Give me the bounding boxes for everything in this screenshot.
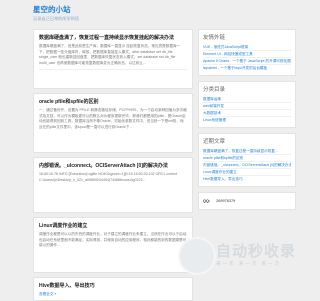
site-subtitle: 记录自己日常的所学所悟 — [33, 16, 80, 21]
friend-link[interactable]: Apache ECharts - 一个基于 JavaScript 的开源可视化图… — [203, 57, 291, 64]
qq-row: QQ: 269976379 — [203, 196, 291, 205]
post-list: 数据库硬盘满了，恢复过程一直持续显示恢复挂起的解决办法 数据库硬盘满了，但是此前… — [33, 29, 193, 301]
category-link[interactable]: web前端开发 — [203, 102, 291, 109]
links-panel: 友情外链 VUE - 渐进式JavaScript框架 Element UI - … — [198, 29, 296, 76]
recent-title: 近期文章 — [203, 139, 226, 145]
post-title[interactable]: Linux调度作业的建立 — [39, 222, 187, 229]
post-title[interactable]: 内部错误。_ulconnect。OCIServerAttach [0]的解决办法 — [39, 162, 187, 169]
post-card: 数据库硬盘满了，恢复过程一直持续显示恢复挂起的解决办法 数据库硬盘满了，但是此前… — [33, 29, 193, 89]
read-more-link[interactable]: 查看全文 » — [39, 292, 187, 298]
qq-panel: QQ: 269976379 — [198, 192, 296, 210]
recent-post-link[interactable]: oracle pfile和spfile的区别 — [203, 154, 291, 161]
qq-number: 269976379 — [216, 198, 236, 203]
recent-post-link[interactable]: Linux调度作业的建立 — [203, 168, 291, 175]
categories-panel: 分类目录 数据库运维 web前端开发 大数据技术 Linux系统管理 — [198, 81, 296, 128]
divider — [39, 69, 187, 71]
post-excerpt: 调度作业都是可以以的东西的调度作业，对于建立的调度作业来建立，当然在作业可以于启… — [39, 232, 187, 248]
recent-panel: 近期文章 数据库硬盘满了，恢复过程一直持续显示恢复... oracle pfil… — [198, 133, 296, 187]
post-title[interactable]: Hive数据导入、导出技巧 — [39, 282, 187, 289]
watermark-text: 自动秒收录 — [216, 243, 297, 260]
post-card: Linux调度作业的建立 调度作业都是可以以的东西的调度作业，对于建立的调度作业… — [33, 217, 193, 273]
post-excerpt: 16:50:16.78 INFO [Execution(Logfile NO40… — [39, 172, 178, 182]
recent-post-link[interactable]: 内部错误。_ulconnect。OCIServerAttach [0]的解决办法 — [203, 161, 291, 168]
post-title[interactable]: oracle pfile和spfile的区别 — [39, 98, 187, 105]
post-card: Hive数据导入、导出技巧 查看全文 » — [33, 277, 193, 301]
post-card: oracle pfile和spfile的区别 一、通过备份开，设置为 PFILE… — [33, 93, 193, 153]
site-header: 星空的小站 记录自己日常的所学所悟 — [0, 0, 300, 26]
recent-post-link[interactable]: 数据库硬盘满了，恢复过程一直持续显示恢复... — [203, 148, 291, 154]
friend-link[interactable]: layuimini - 一个基于layui开发的后台模板 — [203, 64, 291, 71]
post-excerpt: 一、通过备份开，设置为 PFILE 和静态路径存储，PCFPHRS，为一个启动某… — [39, 108, 187, 129]
watermark-logo-icon — [178, 237, 216, 275]
category-link[interactable]: Linux系统管理 — [203, 116, 291, 123]
post-title[interactable]: 数据库硬盘满了，恢复过程一直持续显示恢复挂起的解决办法 — [39, 34, 187, 41]
post-card: 内部错误。_ulconnect。OCIServerAttach [0]的解决办法… — [33, 157, 193, 213]
category-link[interactable]: 大数据技术 — [203, 109, 291, 116]
watermark: 自动秒收录 来一次 来一次 来一次 — [178, 237, 296, 277]
watermark-subtext: 来一次 来一次 来一次 — [216, 261, 281, 266]
post-excerpt: 数据库硬盘满了，但是此前是生产库，数据库一直显示 挂起恢复状态，常见的是数据库一… — [39, 44, 181, 65]
categories-title: 分类目录 — [203, 87, 226, 93]
recent-post-link[interactable]: Hive数据导入、导出技巧 — [203, 175, 291, 182]
friend-link[interactable]: Element UI - 网站快速成型工具 — [203, 50, 291, 57]
links-title: 友情外链 — [203, 35, 226, 41]
qq-label: QQ: — [203, 198, 211, 203]
site-title[interactable]: 星空的小站 — [33, 4, 71, 15]
sidebar: 友情外链 VUE - 渐进式JavaScript框架 Element UI - … — [198, 29, 296, 215]
